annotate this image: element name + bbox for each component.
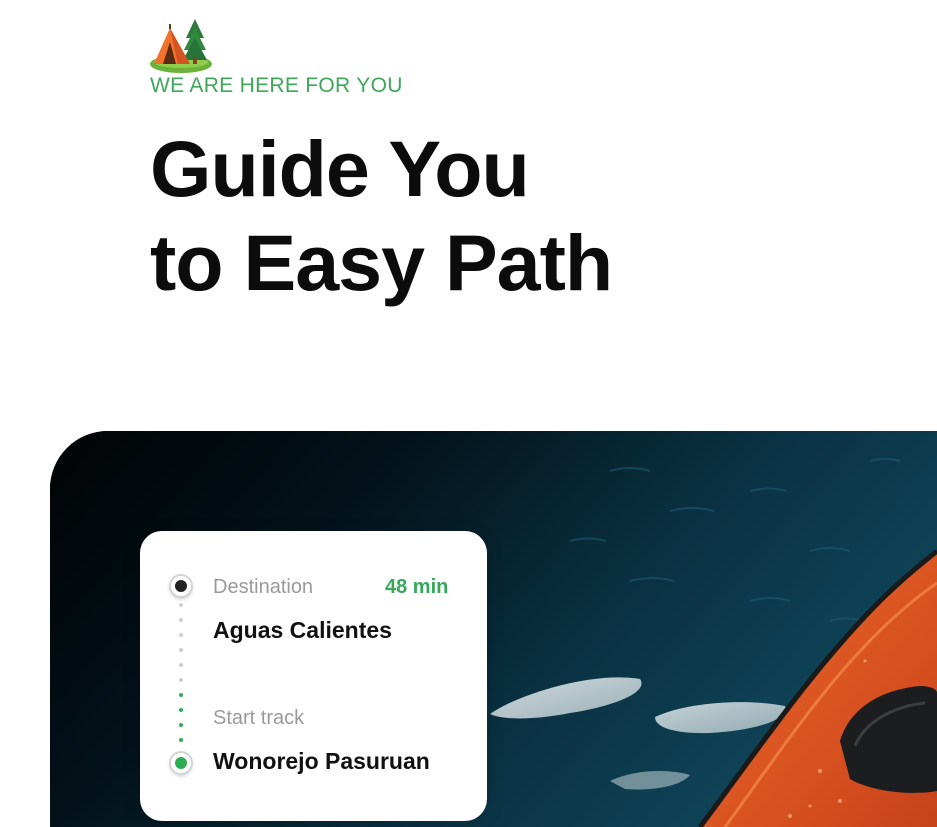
destination-label: Destination: [213, 576, 314, 598]
timeline-dot: [179, 693, 183, 697]
timeline-dot: [179, 603, 183, 607]
timeline-dot: [179, 678, 183, 682]
timeline-dot: [179, 663, 183, 667]
eyebrow-text: WE ARE HERE FOR YOU: [150, 74, 403, 97]
timeline-dot: [179, 738, 183, 742]
camping-tent-icon: [148, 14, 214, 76]
start-name: Wonorejo Pasuruan: [213, 748, 430, 774]
route-card: Destination 48 min Aguas Calientes Start…: [140, 531, 487, 821]
start-marker-icon: [171, 753, 191, 773]
duration-badge: 48 min: [385, 576, 449, 598]
start-label: Start track: [213, 707, 305, 729]
title-line-1: Guide You: [150, 124, 530, 213]
timeline-dot: [179, 618, 183, 622]
destination-marker-icon: [171, 576, 191, 596]
timeline-dot: [179, 723, 183, 727]
timeline-dot: [179, 648, 183, 652]
timeline-dot: [179, 633, 183, 637]
title-line-2: to Easy Path: [150, 218, 613, 307]
route-timeline: [140, 531, 220, 821]
page-title: Guide You to Easy Path: [150, 122, 613, 310]
destination-name: Aguas Calientes: [213, 617, 392, 643]
timeline-dot: [179, 708, 183, 712]
